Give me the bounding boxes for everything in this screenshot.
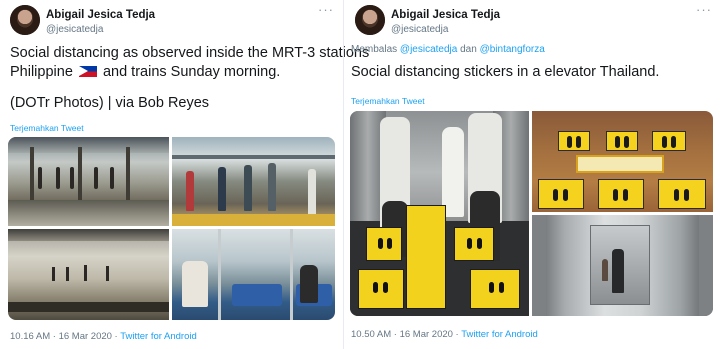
photo-elevator-stickers[interactable] bbox=[350, 111, 529, 316]
more-options-icon[interactable]: ··· bbox=[318, 2, 334, 17]
author-name[interactable]: Abigail Jesica Tedja bbox=[46, 9, 155, 21]
tweet-text-line-1: Social distancing as observed inside the… bbox=[10, 45, 370, 61]
reply-context: Membalas @jesicatedja dan @bintangforza bbox=[351, 44, 545, 55]
translate-tweet-link[interactable]: Terjemahkan Tweet bbox=[10, 123, 84, 133]
reply-mention-jesicatedja[interactable]: @jesicatedja bbox=[400, 44, 457, 55]
source-link[interactable]: Twitter for Android bbox=[120, 331, 197, 342]
photo-floor-stickers[interactable] bbox=[532, 111, 713, 212]
tweet-text-line-3: (DOTr Photos) | via Bob Reyes bbox=[10, 95, 210, 111]
tweet-text: Social distancing stickers in a elevator… bbox=[351, 64, 660, 80]
reply-prefix: Membalas bbox=[351, 44, 398, 55]
tweet-meta: 10.16 AM · 16 Mar 2020 · Twitter for And… bbox=[10, 331, 197, 342]
media-grid bbox=[350, 111, 713, 316]
photo-inside-train[interactable] bbox=[172, 229, 335, 320]
tweet-meta: 10.50 AM · 16 Mar 2020 · Twitter for And… bbox=[351, 329, 538, 340]
timestamp[interactable]: 10.16 AM · 16 Mar 2020 · bbox=[10, 331, 118, 342]
author-name[interactable]: Abigail Jesica Tedja bbox=[391, 9, 500, 21]
source-link[interactable]: Twitter for Android bbox=[461, 329, 538, 340]
more-options-icon[interactable]: ··· bbox=[696, 2, 712, 17]
author-handle[interactable]: @jesicatedja bbox=[391, 24, 448, 35]
tweet-text: Social distancing as observed inside the… bbox=[10, 44, 370, 113]
media-grid bbox=[8, 137, 335, 320]
photo-outdoor-queue[interactable] bbox=[172, 137, 335, 226]
photo-platform-train[interactable] bbox=[8, 229, 169, 320]
avatar[interactable] bbox=[10, 5, 40, 35]
tweet-right[interactable]: Abigail Jesica Tedja @jesicatedja ··· Me… bbox=[343, 0, 720, 349]
photo-station-platform[interactable] bbox=[8, 137, 169, 226]
photo-elevator-mirror[interactable] bbox=[532, 215, 713, 316]
reply-connector: dan bbox=[460, 44, 477, 55]
author-handle[interactable]: @jesicatedja bbox=[46, 24, 103, 35]
translate-tweet-link[interactable]: Terjemahkan Tweet bbox=[351, 96, 425, 106]
philippines-flag-icon bbox=[78, 66, 97, 77]
tweet-text-line-2: Philippine and trains Sunday morning. bbox=[10, 63, 340, 82]
tweet-text-line-2-end: and trains Sunday morning. bbox=[102, 64, 281, 80]
timestamp[interactable]: 10.50 AM · 16 Mar 2020 · bbox=[351, 329, 459, 340]
avatar[interactable] bbox=[355, 5, 385, 35]
tweet-text-line-2-start: Philippine bbox=[10, 64, 73, 80]
tweet-left[interactable]: Abigail Jesica Tedja @jesicatedja ··· So… bbox=[0, 0, 370, 349]
reply-mention-bintangforza[interactable]: @bintangforza bbox=[480, 44, 545, 55]
